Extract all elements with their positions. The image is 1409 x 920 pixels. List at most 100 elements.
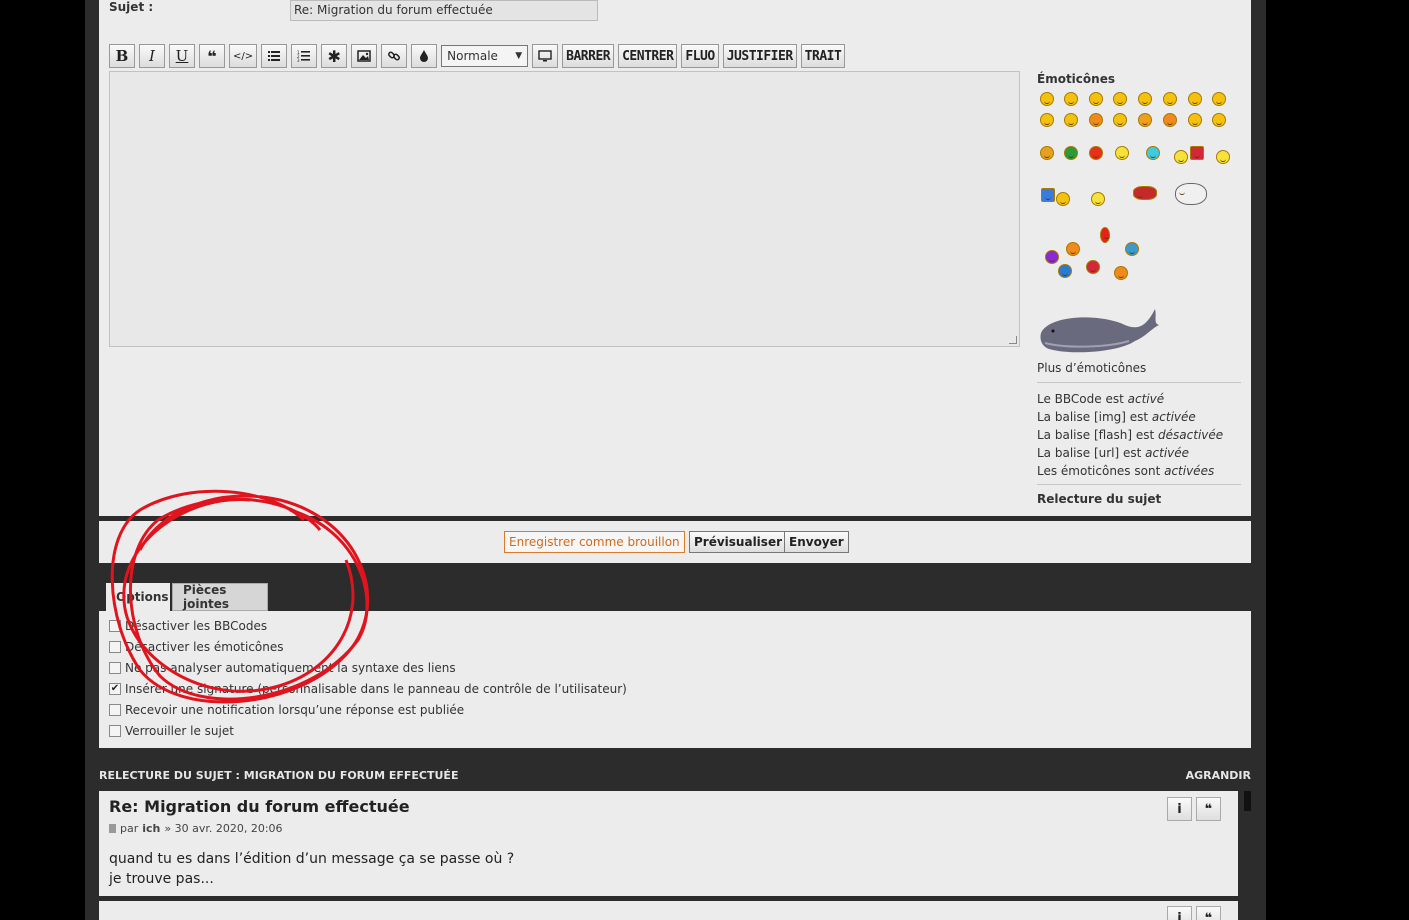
resize-handle-icon[interactable] bbox=[1009, 336, 1017, 344]
fluo-button[interactable]: FLUO bbox=[681, 44, 719, 68]
emoticon-icon[interactable] bbox=[1174, 150, 1188, 164]
ordered-list-button[interactable]: 123 bbox=[291, 44, 318, 68]
emoticon-icon[interactable] bbox=[1040, 113, 1054, 127]
info-button[interactable]: i bbox=[1167, 797, 1192, 821]
option-disable-smilies[interactable]: Désactiver les émoticônes bbox=[109, 640, 284, 654]
underline-button[interactable]: U bbox=[169, 44, 195, 68]
emoticon-icon[interactable] bbox=[1089, 113, 1103, 127]
emoticon-icon[interactable] bbox=[1138, 113, 1152, 127]
emoticon-icon[interactable] bbox=[1114, 266, 1128, 280]
info-icon: i bbox=[1177, 910, 1182, 920]
post-meta: par ich » 30 avr. 2020, 20:06 bbox=[109, 822, 283, 835]
emoticon-icon[interactable] bbox=[1113, 113, 1127, 127]
topic-review-link[interactable]: Relecture du sujet bbox=[1037, 492, 1161, 506]
emoticon-icon[interactable] bbox=[1190, 146, 1204, 160]
link-button[interactable] bbox=[381, 44, 408, 68]
whale-icon[interactable] bbox=[1039, 303, 1163, 355]
emoticon-icon[interactable] bbox=[1091, 192, 1105, 206]
expand-link[interactable]: AGRANDIR bbox=[1186, 769, 1251, 782]
emoticon-icon[interactable] bbox=[1216, 150, 1230, 164]
quote-post-button[interactable]: ❝ bbox=[1196, 906, 1221, 920]
post-author[interactable]: ich bbox=[142, 822, 160, 835]
url-status: La balise [url] est activée bbox=[1037, 444, 1223, 462]
submit-button[interactable]: Envoyer bbox=[784, 531, 849, 553]
list-item-button[interactable]: ✱ bbox=[321, 44, 348, 68]
tab-attachments[interactable]: Pièces jointes bbox=[172, 583, 268, 611]
quote-post-button[interactable]: ❝ bbox=[1196, 797, 1221, 821]
emoticon-icon[interactable] bbox=[1146, 146, 1160, 160]
checkbox-checked[interactable]: ✔ bbox=[109, 683, 121, 695]
image-button[interactable] bbox=[351, 44, 378, 68]
checkbox[interactable] bbox=[109, 641, 121, 653]
emoticon-icon[interactable] bbox=[1212, 92, 1226, 106]
topic-review-header: RELECTURE DU SUJET : MIGRATION DU FORUM … bbox=[99, 769, 1251, 782]
emoticon-icon[interactable] bbox=[1133, 186, 1157, 200]
balloon-icon[interactable] bbox=[1100, 227, 1110, 243]
emoticon-icon[interactable] bbox=[1163, 92, 1177, 106]
font-size-select[interactable]: Normale ▼ bbox=[441, 45, 529, 67]
code-icon: </> bbox=[233, 50, 254, 62]
subject-input[interactable]: Re: Migration du forum effectuée bbox=[290, 0, 598, 21]
more-emoticons-link[interactable]: Plus d’émoticônes bbox=[1037, 361, 1146, 375]
review-scrollbar[interactable] bbox=[1244, 791, 1251, 811]
emoticon-icon[interactable] bbox=[1086, 260, 1100, 274]
asterisk-icon: ✱ bbox=[327, 46, 341, 66]
emoticon-icon[interactable] bbox=[1056, 192, 1070, 206]
checkbox[interactable] bbox=[109, 725, 121, 737]
color-button[interactable] bbox=[411, 44, 438, 68]
emoticon-icon[interactable] bbox=[1115, 146, 1129, 160]
post-date: » 30 avr. 2020, 20:06 bbox=[164, 822, 283, 835]
option-lock-topic[interactable]: Verrouiller le sujet bbox=[109, 724, 234, 738]
emoticon-icon[interactable] bbox=[1113, 92, 1127, 106]
option-label: Désactiver les émoticônes bbox=[125, 640, 284, 654]
centrer-button[interactable]: CENTRER bbox=[618, 44, 678, 68]
barrer-button[interactable]: BARRER bbox=[562, 44, 615, 68]
save-draft-button[interactable]: Enregistrer comme brouillon bbox=[504, 531, 685, 553]
tab-options[interactable]: Options bbox=[106, 583, 170, 611]
sheep-icon[interactable] bbox=[1175, 183, 1207, 205]
bbcode-status: Le BBCode est activé bbox=[1037, 390, 1223, 408]
emoticon-icon[interactable] bbox=[1188, 113, 1202, 127]
option-disable-bbcode[interactable]: Désactiver les BBCodes bbox=[109, 619, 267, 633]
italic-button[interactable]: I bbox=[139, 44, 165, 68]
justifier-button[interactable]: JUSTIFIER bbox=[722, 44, 797, 68]
status-prefix: La balise [flash] est bbox=[1037, 428, 1159, 442]
trait-button[interactable]: TRAIT bbox=[800, 44, 846, 68]
message-textarea[interactable] bbox=[109, 71, 1020, 347]
post-title[interactable]: Re: Migration du forum effectuée bbox=[109, 797, 410, 816]
divider bbox=[1037, 484, 1241, 485]
emoticon-icon[interactable] bbox=[1138, 92, 1152, 106]
emoticon-icon[interactable] bbox=[1064, 92, 1078, 106]
option-notify[interactable]: Recevoir une notification lorsqu’une rép… bbox=[109, 703, 464, 717]
emoticon-icon[interactable] bbox=[1212, 113, 1226, 127]
emoticon-icon[interactable] bbox=[1045, 250, 1059, 264]
emoticon-icon[interactable] bbox=[1163, 113, 1177, 127]
emoticon-icon[interactable] bbox=[1041, 188, 1055, 202]
emoticon-icon[interactable] bbox=[1188, 92, 1202, 106]
quote-button[interactable]: ❝ bbox=[199, 44, 225, 68]
emoticon-icon[interactable] bbox=[1066, 242, 1080, 256]
monitor-icon bbox=[538, 50, 552, 62]
emoticon-icon[interactable] bbox=[1040, 146, 1054, 160]
option-disable-magic-url[interactable]: Ne pas analyser automatiquement la synta… bbox=[109, 661, 456, 675]
bold-button[interactable]: B bbox=[109, 44, 135, 68]
code-button[interactable]: </> bbox=[229, 44, 258, 68]
topic-review-title: RELECTURE DU SUJET : MIGRATION DU FORUM … bbox=[99, 769, 459, 782]
emoticon-icon[interactable] bbox=[1089, 146, 1103, 160]
option-attach-signature[interactable]: ✔ Insérer une signature (personnalisable … bbox=[109, 682, 627, 696]
preview-button[interactable]: Prévisualiser bbox=[689, 531, 787, 553]
emoticon-icon[interactable] bbox=[1040, 92, 1054, 106]
list-button[interactable] bbox=[261, 44, 288, 68]
emoticon-icon[interactable] bbox=[1089, 92, 1103, 106]
checkbox[interactable] bbox=[109, 704, 121, 716]
emoticon-icon[interactable] bbox=[1125, 242, 1139, 256]
emoticon-icon[interactable] bbox=[1064, 113, 1078, 127]
emoticon-icon[interactable] bbox=[1064, 146, 1078, 160]
preview-screen-button[interactable] bbox=[532, 44, 559, 68]
emoticon-icon[interactable] bbox=[1058, 264, 1072, 278]
info-button[interactable]: i bbox=[1167, 906, 1192, 920]
checkbox[interactable] bbox=[109, 620, 121, 632]
checkbox[interactable] bbox=[109, 662, 121, 674]
bbcode-status-list: Le BBCode est activé La balise [img] est… bbox=[1037, 390, 1223, 480]
status-state: activé bbox=[1127, 392, 1165, 406]
